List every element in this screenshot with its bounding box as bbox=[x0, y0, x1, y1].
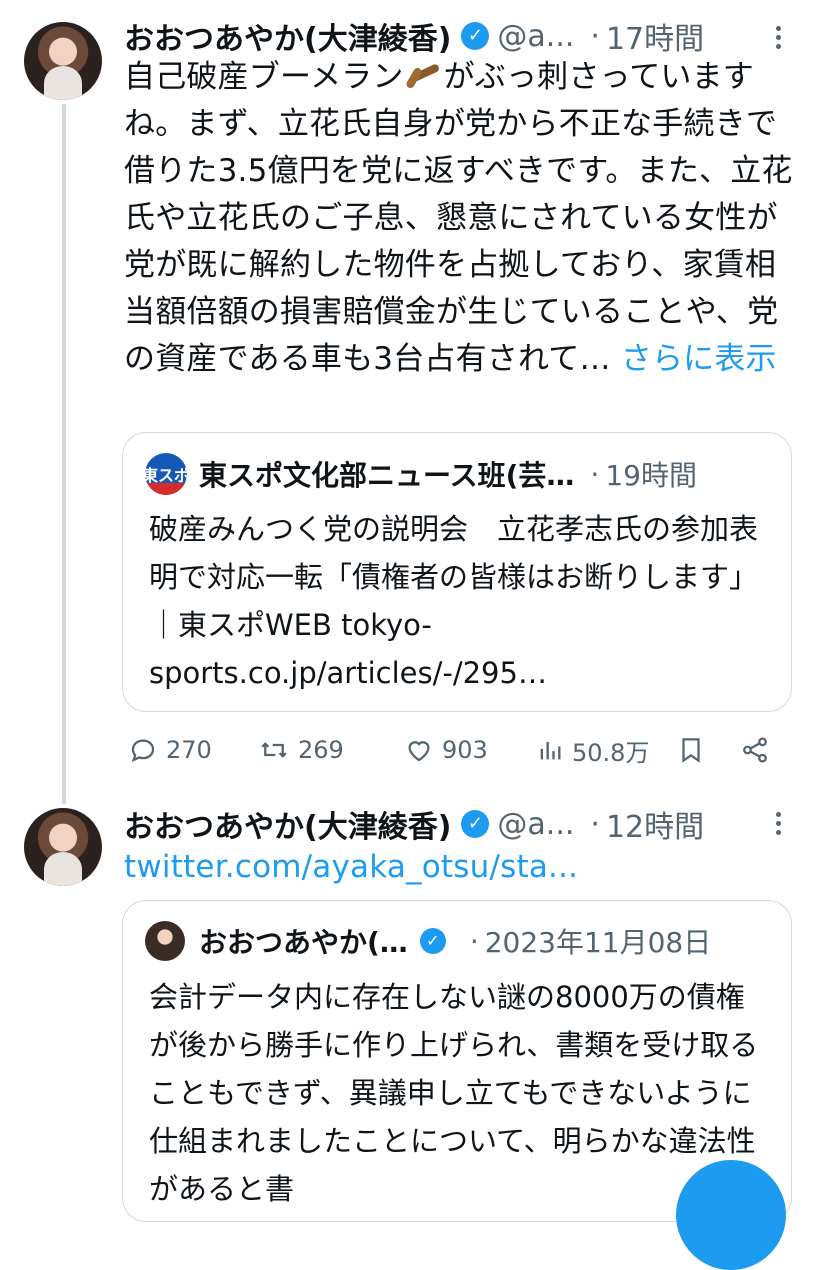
views-button[interactable]: 50.8万 bbox=[536, 733, 649, 768]
retweet-icon bbox=[261, 742, 287, 758]
author-name[interactable]: おおつあやか(大津綾香) bbox=[124, 802, 451, 846]
compose-button[interactable] bbox=[676, 1160, 786, 1270]
quoted-author-name: 東スポ文化部ニュース班(芸… bbox=[199, 459, 575, 492]
quoted-tweet-text: 破産みんつく党の説明会 立花孝志氏の参加表明で対応一転「債権者の皆様はお断りしま… bbox=[149, 512, 759, 690]
quoted-tweet-header: おおつあやか(… ✓ · 2023年11月08日 bbox=[145, 921, 711, 961]
quoted-tweet-card[interactable]: おおつあやか(… ✓ · 2023年11月08日 会計データ内に存在しない謎の8… bbox=[122, 900, 792, 1222]
views-icon bbox=[540, 741, 561, 760]
separator-dot: · bbox=[469, 924, 479, 958]
tweet-text: twitter.com/ayaka_otsu/sta... bbox=[124, 844, 794, 891]
tospo-logo-icon: 東スポ bbox=[145, 453, 187, 495]
quoted-timestamp: 19時間 bbox=[605, 459, 697, 492]
author-handle[interactable]: @a... bbox=[497, 807, 574, 842]
tweet-actions: 270 269 903 50.8万 bbox=[124, 730, 794, 770]
views-count: 50.8万 bbox=[572, 738, 650, 767]
like-count: 903 bbox=[442, 736, 488, 764]
retweet-count: 269 bbox=[298, 736, 344, 764]
timestamp[interactable]: 12時間 bbox=[606, 802, 704, 846]
separator-dot: · bbox=[590, 18, 600, 54]
tweet-link[interactable]: twitter.com/ayaka_otsu/sta... bbox=[124, 849, 578, 885]
retweet-button[interactable]: 269 bbox=[258, 735, 344, 765]
quoted-avatar bbox=[145, 921, 185, 961]
bookmark-icon bbox=[682, 738, 700, 763]
author-name[interactable]: おおつあやか(大津綾香) bbox=[124, 14, 451, 58]
tweet-text-part-1: 自己破産ブーメラン bbox=[124, 59, 404, 95]
quoted-tweet-text: 会計データ内に存在しない謎の8000万の債権が後から勝手に作り上げられ、書類を受… bbox=[149, 980, 759, 1206]
share-icon bbox=[743, 737, 767, 763]
quoted-timestamp: 2023年11月08日 bbox=[484, 926, 712, 959]
verified-icon: ✓ bbox=[461, 810, 490, 838]
reply-icon bbox=[131, 739, 155, 763]
bookmark-button[interactable] bbox=[676, 734, 714, 766]
more-icon[interactable] bbox=[773, 22, 783, 52]
tweet-text-part-2: がぶっ刺さっていますね。まず、立花氏自身が党から不正な手続きで借りた3.5億円を… bbox=[124, 59, 793, 377]
like-icon bbox=[408, 741, 430, 762]
share-button[interactable] bbox=[740, 735, 778, 765]
verified-icon: ✓ bbox=[461, 22, 490, 50]
boomerang-icon bbox=[408, 63, 440, 89]
timestamp[interactable]: 17時間 bbox=[606, 14, 704, 58]
thread-connector-line bbox=[62, 104, 66, 804]
avatar[interactable] bbox=[24, 808, 102, 886]
quoted-tweet-card[interactable]: 東スポ 東スポ文化部ニュース班(芸… · 19時間 破産みんつく党の説明会 立花… bbox=[122, 432, 792, 712]
separator-dot: · bbox=[590, 806, 600, 842]
more-icon[interactable] bbox=[773, 808, 783, 838]
tweet-header: おおつあやか(大津綾香) ✓ @a... · 12時間 bbox=[124, 802, 704, 846]
author-handle[interactable]: @a... bbox=[497, 19, 574, 54]
verified-icon: ✓ bbox=[419, 928, 446, 954]
quoted-author-name: おおつあやか(… bbox=[199, 926, 408, 959]
tweet-text: 自己破産ブーメラン がぶっ刺さっていますね。まず、立花氏自身が党から不正な手続きで… bbox=[124, 54, 794, 383]
reply-button[interactable]: 270 bbox=[128, 735, 212, 765]
show-more-link[interactable]: さらに表示 bbox=[621, 341, 777, 377]
separator-dot: · bbox=[590, 457, 600, 491]
quoted-tweet-header: 東スポ 東スポ文化部ニュース班(芸… · 19時間 bbox=[145, 453, 697, 495]
like-button[interactable]: 903 bbox=[404, 735, 488, 765]
tweet-header: おおつあやか(大津綾香) ✓ @a... · 17時間 bbox=[124, 14, 704, 58]
logo-text: 東スポ bbox=[145, 466, 187, 485]
reply-count: 270 bbox=[166, 736, 212, 764]
avatar[interactable] bbox=[24, 22, 102, 100]
